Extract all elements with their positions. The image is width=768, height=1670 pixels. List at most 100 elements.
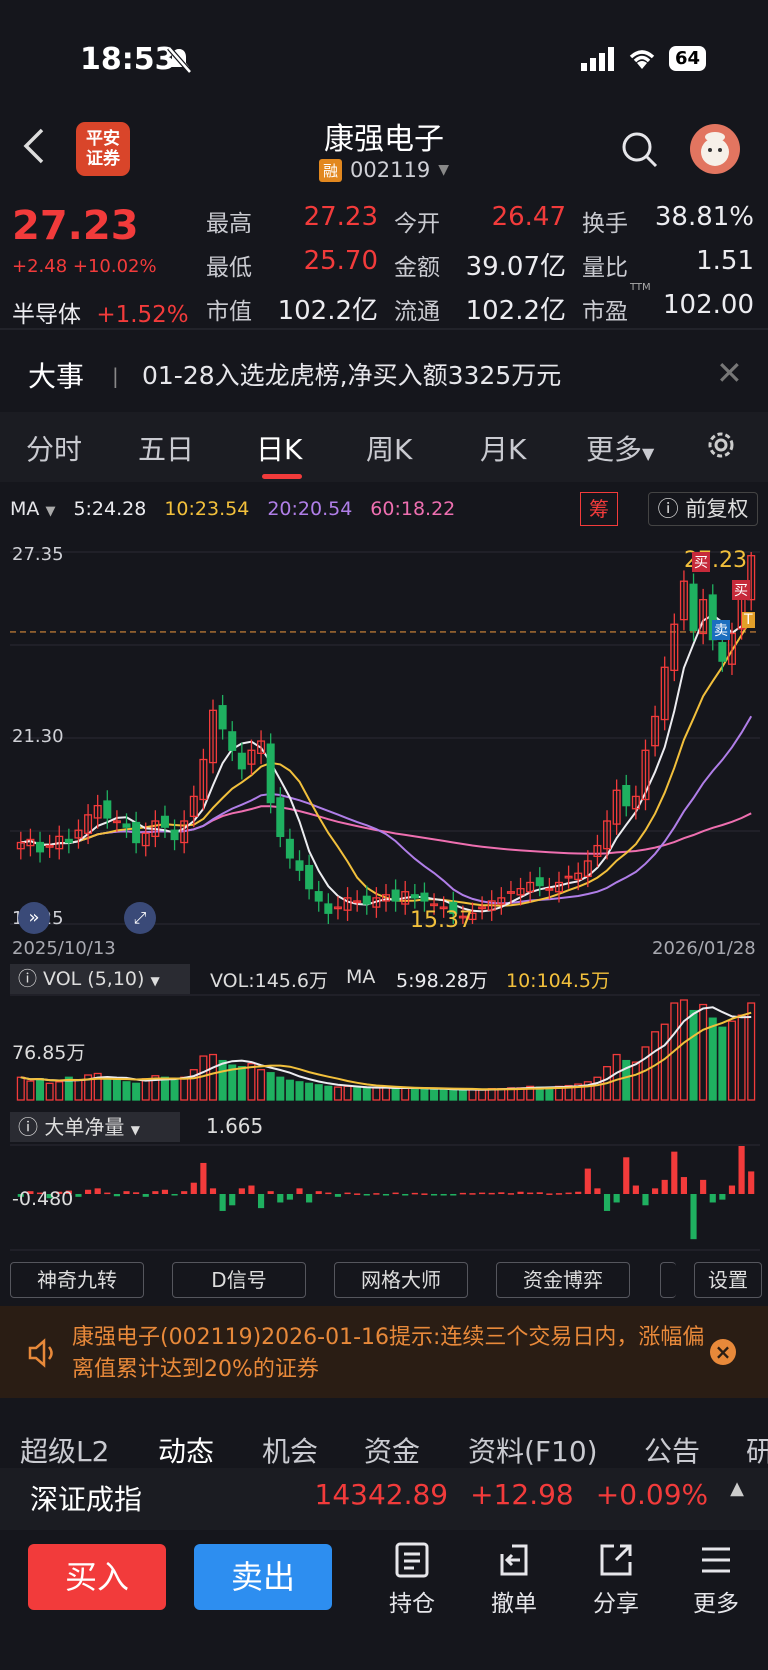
big-order-chart[interactable] xyxy=(10,1144,760,1252)
tab-more[interactable]: 更多▼ xyxy=(586,428,654,468)
news-text[interactable]: 01-28入选龙虎榜,净买入额3325万元 xyxy=(142,356,561,392)
volume-bar xyxy=(381,1086,391,1101)
volume-bar xyxy=(112,1079,121,1101)
tab-f10[interactable]: 资料(F10) xyxy=(468,1430,598,1470)
big-order-bar xyxy=(373,1193,380,1195)
sell-button[interactable]: 卖出 xyxy=(194,1544,332,1610)
big-order-bar xyxy=(85,1189,92,1194)
ma10-value: 10:23.54 xyxy=(164,498,250,520)
big-order-bar xyxy=(286,1194,293,1200)
candle-body xyxy=(535,877,544,887)
big-order-bar xyxy=(642,1194,649,1206)
expand-left-icon[interactable]: » xyxy=(18,902,50,934)
float-cap-value: 102.2亿 xyxy=(465,296,566,326)
d-signal-button[interactable]: D信号 xyxy=(172,1262,306,1298)
big-order-bar xyxy=(229,1194,236,1206)
settings-gear-icon[interactable] xyxy=(704,428,738,466)
adjust-price-label: 前复权 xyxy=(685,497,749,521)
big-order-bar xyxy=(238,1188,245,1194)
price-change: +2.48 +10.02% xyxy=(12,256,157,277)
volume-bar xyxy=(218,1059,227,1101)
big-order-bar xyxy=(479,1192,486,1195)
tab-funds[interactable]: 资金 xyxy=(364,1430,420,1470)
volume-indicator-selector[interactable]: ⓘ VOL (5,10) ▼ xyxy=(10,964,190,994)
big-order-bar xyxy=(603,1194,611,1211)
wifi-icon xyxy=(629,49,655,69)
big-order-bar xyxy=(402,1194,409,1196)
tab-announcement[interactable]: 公告 xyxy=(644,1430,700,1470)
fullscreen-icon[interactable]: ⤢ xyxy=(124,902,156,934)
volume-bar xyxy=(458,1089,467,1101)
tab-research[interactable]: 研 xyxy=(746,1430,768,1470)
sector-info[interactable]: 半导体 +1.52% xyxy=(12,295,189,329)
volume-chart[interactable] xyxy=(10,994,760,1102)
buy-button[interactable]: 买入 xyxy=(28,1544,166,1610)
adjust-price-button[interactable]: ⓘ 前复权 xyxy=(648,492,758,526)
tab-weekly-k[interactable]: 周K xyxy=(366,428,412,468)
big-order-bar xyxy=(546,1193,553,1195)
user-avatar[interactable] xyxy=(690,124,740,174)
big-order-bar xyxy=(652,1188,659,1194)
big-order-bar xyxy=(728,1185,736,1194)
big-order-bar xyxy=(469,1193,476,1195)
candle-body xyxy=(362,895,371,905)
tab-opportunity[interactable]: 机会 xyxy=(262,1430,318,1470)
volume-axis-label: 76.85万 xyxy=(12,1042,86,1064)
volume-bar xyxy=(333,1086,342,1101)
chip-distribution-button[interactable]: 筹 xyxy=(580,492,618,526)
tab-daily-k[interactable]: 日K xyxy=(256,428,302,468)
volume-bar xyxy=(612,1053,621,1101)
battery-indicator: 64 xyxy=(668,46,706,71)
big-order-bar xyxy=(94,1188,101,1194)
big-order-bar xyxy=(680,1177,687,1194)
tab-dynamics[interactable]: 动态 xyxy=(158,1430,214,1470)
close-icon[interactable]: ✕ xyxy=(716,354,743,392)
nav-position[interactable]: 持仓 xyxy=(372,1540,452,1618)
big-order-bar xyxy=(161,1189,169,1194)
float-cap-label: 流通 xyxy=(394,299,440,325)
volume-bar xyxy=(420,1088,429,1101)
tab-intraday[interactable]: 分时 xyxy=(26,428,82,468)
end-date: 2026/01/28 xyxy=(652,938,756,959)
nav-cancel-order[interactable]: 撤单 xyxy=(474,1540,554,1618)
volume-ma5: 5:98.28万 xyxy=(396,970,488,992)
close-icon[interactable]: × xyxy=(710,1339,736,1365)
grid-master-button[interactable]: 网格大师 xyxy=(334,1262,468,1298)
tab-super-l2[interactable]: 超级L2 xyxy=(20,1430,109,1470)
volume-ma-label: MA xyxy=(346,966,376,988)
volume-bar xyxy=(305,1082,314,1101)
big-order-bar xyxy=(700,1179,707,1194)
low-value: 25.70 xyxy=(303,246,378,276)
candle-body xyxy=(64,838,73,844)
high-value: 27.23 xyxy=(303,202,378,232)
volume-ma10: 10:104.5万 xyxy=(506,970,610,992)
big-order-selector[interactable]: ⓘ 大单净量 ▼ xyxy=(10,1112,180,1142)
buy-marker: 买 xyxy=(692,552,710,572)
kline-chart[interactable] xyxy=(10,540,760,934)
search-icon[interactable] xyxy=(620,130,660,174)
volume-value: VOL:145.6万 xyxy=(210,970,328,992)
tab-monthly-k[interactable]: 月K xyxy=(480,428,526,468)
big-order-bar xyxy=(507,1193,515,1195)
fund-game-button[interactable]: 资金博弈 xyxy=(496,1262,630,1298)
nav-more[interactable]: 更多 xyxy=(676,1540,756,1618)
big-order-axis-label: -0.480 xyxy=(12,1188,74,1210)
tab-more-label: 更多 xyxy=(586,433,643,466)
ma-indicator-row[interactable]: MA ▼ 5:24.28 10:23.54 20:20.54 60:18.22 xyxy=(10,498,455,520)
candle-body xyxy=(122,823,131,828)
magic-nine-button[interactable]: 神奇九转 xyxy=(10,1262,144,1298)
low-label: 最低 xyxy=(206,255,252,281)
volume-bar xyxy=(631,1061,640,1101)
dropdown-icon: ▼ xyxy=(642,444,655,463)
candle-body xyxy=(132,821,141,844)
dropdown-icon: ▼ xyxy=(438,162,449,178)
volume-bar xyxy=(362,1087,371,1101)
settings-button[interactable]: 设置 xyxy=(694,1262,762,1298)
more-tools-edge[interactable] xyxy=(660,1262,676,1298)
menu-icon xyxy=(702,1547,730,1573)
nav-share[interactable]: 分享 xyxy=(576,1540,656,1618)
expand-up-icon[interactable]: ▲ xyxy=(730,1478,744,1511)
tab-five-day[interactable]: 五日 xyxy=(138,428,194,468)
big-order-bar xyxy=(748,1171,755,1194)
volume-bar xyxy=(16,1076,25,1101)
